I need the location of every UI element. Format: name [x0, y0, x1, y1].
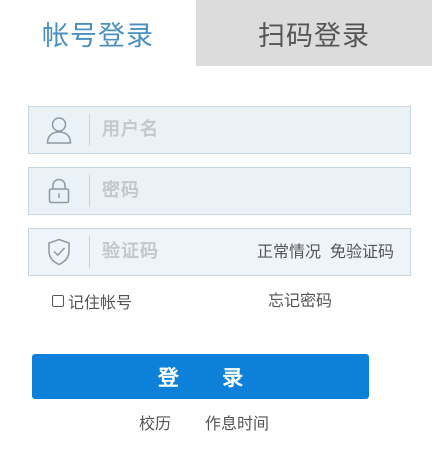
- remember-checkbox[interactable]: [52, 295, 64, 307]
- remember-account[interactable]: 记住帐号: [52, 290, 132, 312]
- tab-account-login[interactable]: 帐号登录: [0, 0, 196, 66]
- field-divider: [89, 236, 90, 268]
- captcha-option-free[interactable]: 免验证码: [330, 242, 394, 261]
- login-tabs: 帐号登录 扫码登录: [0, 0, 432, 66]
- field-divider: [89, 175, 90, 207]
- captcha-placeholder: 验证码: [102, 241, 159, 262]
- schedule-link[interactable]: 作息时间: [205, 413, 269, 435]
- user-icon: [29, 107, 89, 153]
- calendar-link[interactable]: 校历: [139, 413, 171, 435]
- shield-check-icon: [29, 229, 89, 275]
- remember-label: 记住帐号: [68, 293, 133, 312]
- captcha-option-normal[interactable]: 正常情况: [257, 242, 321, 261]
- username-field[interactable]: 用户名: [28, 106, 411, 154]
- captcha-options: 正常情况 免验证码: [257, 229, 394, 275]
- lock-icon: [29, 168, 89, 214]
- forgot-password-link[interactable]: 忘记密码: [268, 290, 332, 312]
- captcha-field[interactable]: 验证码 正常情况 免验证码: [28, 228, 411, 276]
- login-button[interactable]: 登 录: [32, 354, 369, 399]
- username-placeholder: 用户名: [102, 119, 159, 140]
- password-field[interactable]: 密码: [28, 167, 411, 215]
- password-placeholder: 密码: [102, 180, 140, 201]
- field-divider: [89, 114, 90, 146]
- tab-qr-login[interactable]: 扫码登录: [196, 0, 432, 66]
